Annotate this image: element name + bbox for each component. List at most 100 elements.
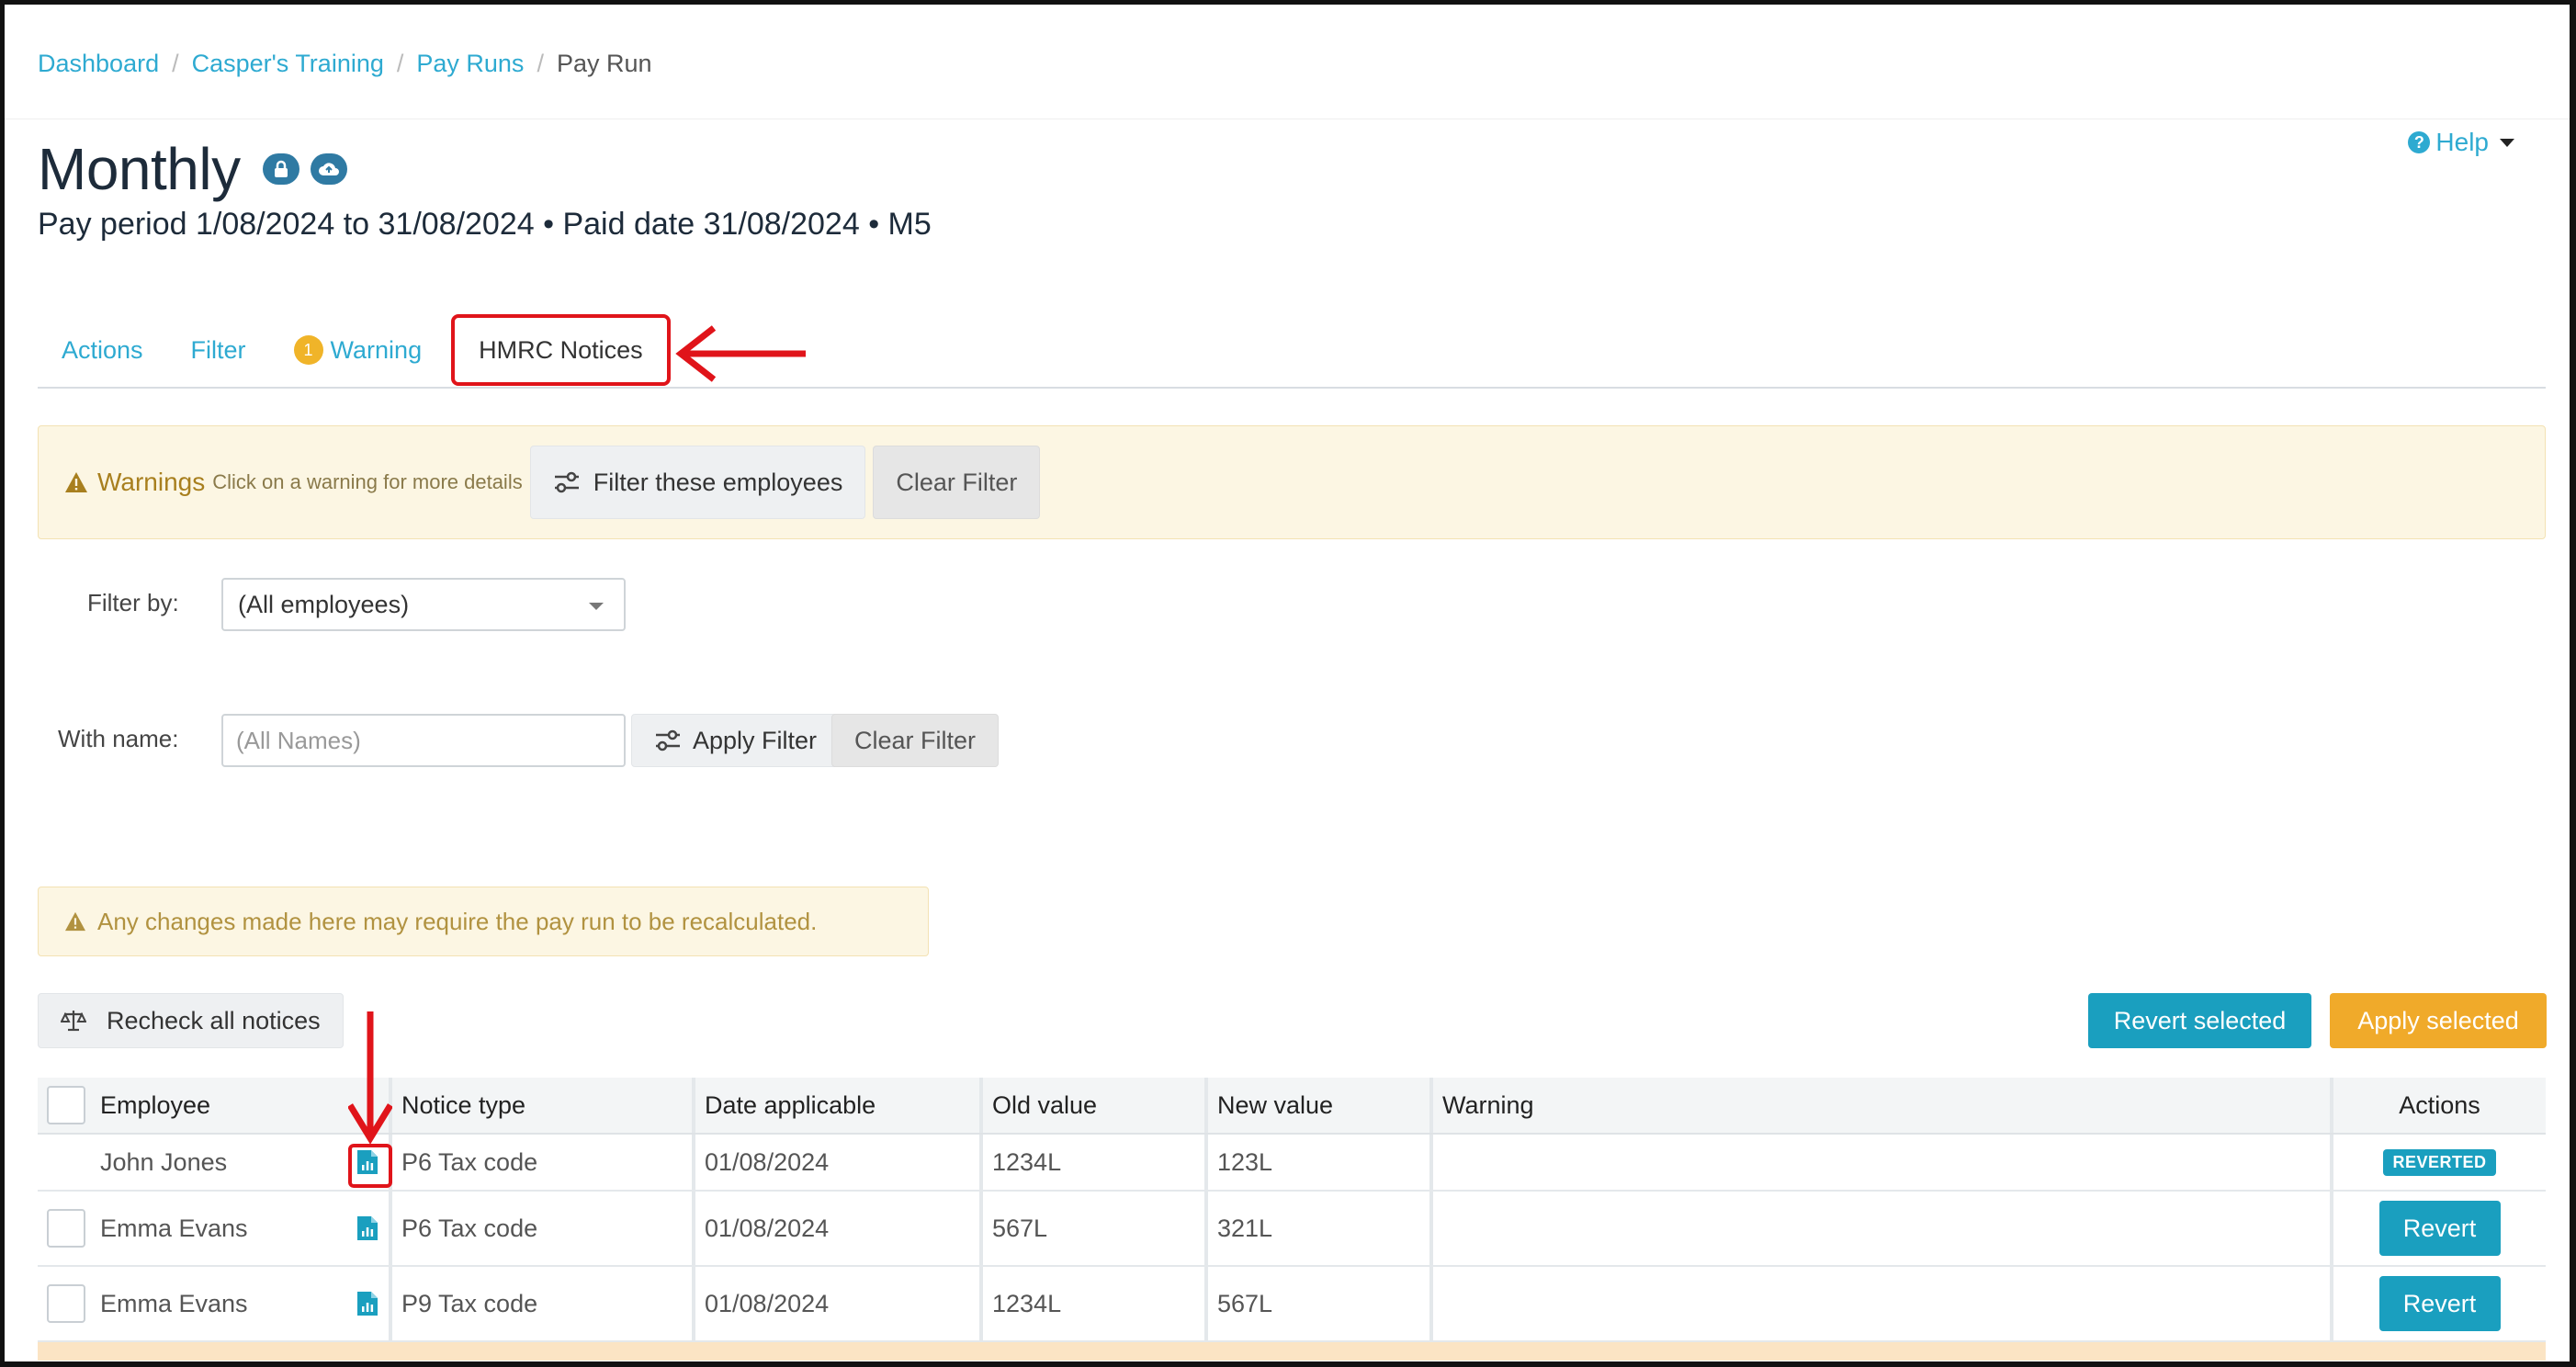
warnings-title-label: Warnings — [97, 468, 206, 496]
cell-employee: John Jones — [38, 1135, 392, 1190]
apply-filter-button[interactable]: Apply Filter — [631, 714, 841, 767]
reverted-status-badge: REVERTED — [2383, 1148, 2496, 1176]
table-row-partial — [38, 1342, 2546, 1361]
header-notice-type: Notice type — [392, 1078, 695, 1133]
help-icon: ? — [2408, 131, 2431, 153]
recheck-label: Recheck all notices — [107, 1006, 321, 1034]
warning-triangle-icon — [65, 911, 85, 932]
breadcrumb-caspers-training[interactable]: Casper's Training — [192, 50, 384, 78]
warnings-title[interactable]: Warnings — [64, 468, 205, 497]
notice-document-icon[interactable] — [356, 1290, 379, 1317]
cell-old-value: 1234L — [983, 1135, 1208, 1190]
table-row: Emma Evans P9 Tax code 01/08/2024 1234L … — [38, 1267, 2546, 1342]
cell-notice-type: P6 Tax code — [392, 1135, 695, 1190]
page-header: Monthly — [38, 135, 347, 203]
warnings-subtitle: Click on a warning for more details — [212, 470, 523, 493]
table-row: John Jones P6 Tax code 01/08/2024 1234L … — [38, 1135, 2546, 1192]
cell-new-value: 321L — [1208, 1192, 1433, 1265]
table-row: Emma Evans P6 Tax code 01/08/2024 567L 3… — [38, 1192, 2546, 1267]
header-date-applicable: Date applicable — [695, 1078, 983, 1133]
sliders-icon — [656, 729, 680, 751]
warnings-bar: Warnings Click on a warning for more det… — [38, 425, 2546, 539]
cell-old-value: 1234L — [983, 1267, 1208, 1340]
tab-bar: Actions Filter 1 Warning HMRC Notices — [38, 313, 2546, 389]
tab-actions[interactable]: Actions — [38, 315, 167, 385]
help-dropdown[interactable]: ? Help — [2408, 128, 2514, 157]
cell-new-value: 567L — [1208, 1267, 1433, 1340]
filter-by-select[interactable]: (All employees) — [221, 578, 626, 631]
cloud-sync-icon[interactable] — [310, 153, 347, 185]
cell-date-applicable: 01/08/2024 — [695, 1192, 983, 1265]
cell-warning — [1433, 1135, 2333, 1190]
cell-date-applicable: 01/08/2024 — [695, 1135, 983, 1190]
cell-actions: Revert — [2333, 1267, 2546, 1340]
breadcrumb-separator: / — [537, 49, 544, 77]
cell-actions: Revert — [2333, 1192, 2546, 1265]
employee-name: John Jones — [100, 1147, 228, 1176]
warning-triangle-icon — [65, 472, 87, 492]
chevron-down-icon — [2500, 138, 2514, 147]
cell-notice-type: P6 Tax code — [392, 1192, 695, 1265]
row-checkbox[interactable] — [47, 1209, 85, 1248]
select-all-checkbox[interactable] — [47, 1086, 85, 1124]
header-employee-label: Employee — [100, 1090, 211, 1119]
revert-button[interactable]: Revert — [2378, 1201, 2501, 1256]
cell-actions: REVERTED — [2333, 1135, 2546, 1190]
breadcrumb-separator: / — [172, 49, 179, 77]
clear-name-filter-button[interactable]: Clear Filter — [831, 714, 1000, 767]
cell-warning — [1433, 1267, 2333, 1340]
name-search-input[interactable] — [221, 714, 626, 767]
scales-icon — [61, 1011, 86, 1032]
cell-employee: Emma Evans — [38, 1267, 392, 1340]
notice-document-icon[interactable] — [356, 1214, 379, 1242]
page-title: Monthly — [38, 136, 241, 202]
header-actions: Actions — [2399, 1090, 2480, 1119]
lock-icon[interactable] — [262, 153, 299, 185]
employee-name: Emma Evans — [100, 1214, 248, 1242]
annotation-highlight-box — [348, 1144, 392, 1188]
breadcrumb-pay-runs[interactable]: Pay Runs — [416, 50, 524, 78]
tab-hmrc-notices[interactable]: HMRC Notices — [451, 314, 671, 386]
filter-these-employees-label: Filter these employees — [593, 468, 843, 496]
cell-employee: Emma Evans — [38, 1192, 392, 1265]
sliders-icon — [554, 471, 579, 493]
revert-button[interactable]: Revert — [2378, 1276, 2501, 1331]
help-label: Help — [2435, 128, 2489, 156]
tab-warning[interactable]: 1 Warning — [270, 315, 446, 385]
tab-warning-label: Warning — [330, 335, 423, 364]
cell-old-value: 567L — [983, 1192, 1208, 1265]
cell-new-value: 123L — [1208, 1135, 1433, 1190]
recalculate-notice-text: Any changes made here may require the pa… — [97, 907, 818, 935]
cell-notice-type: P9 Tax code — [392, 1267, 695, 1340]
table-header-row: Employee Notice type Date applicable Old… — [38, 1078, 2546, 1135]
recheck-all-notices-button[interactable]: Recheck all notices — [38, 993, 344, 1048]
tab-filter[interactable]: Filter — [167, 315, 270, 385]
apply-selected-button[interactable]: Apply selected — [2330, 993, 2547, 1048]
apply-filter-label: Apply Filter — [693, 726, 818, 754]
app-window: Dashboard / Casper's Training / Pay Runs… — [0, 0, 2576, 1367]
breadcrumb-dashboard[interactable]: Dashboard — [38, 50, 159, 78]
header-new-value: New value — [1208, 1078, 1433, 1133]
header-old-value: Old value — [983, 1078, 1208, 1133]
chevron-down-icon — [589, 603, 604, 610]
revert-selected-button[interactable]: Revert selected — [2088, 993, 2311, 1048]
warning-count-badge: 1 — [293, 335, 323, 365]
clear-filter-button[interactable]: Clear Filter — [873, 446, 1041, 519]
annotation-arrow — [348, 1011, 392, 1145]
cell-date-applicable: 01/08/2024 — [695, 1267, 983, 1340]
cell-warning — [1433, 1192, 2333, 1265]
employee-name: Emma Evans — [100, 1289, 248, 1317]
filter-by-value: (All employees) — [238, 590, 410, 618]
row-checkbox[interactable] — [47, 1284, 85, 1323]
annotation-arrow — [675, 325, 806, 382]
breadcrumb-separator: / — [396, 49, 404, 77]
breadcrumb: Dashboard / Casper's Training / Pay Runs… — [38, 45, 652, 82]
hmrc-notices-table: Employee Notice type Date applicable Old… — [38, 1078, 2546, 1361]
with-name-label: With name: — [58, 725, 179, 752]
header-employee: Employee — [38, 1078, 392, 1133]
recalculate-notice: Any changes made here may require the pa… — [38, 887, 929, 956]
filter-by-label: Filter by: — [87, 589, 179, 616]
filter-these-employees-button[interactable]: Filter these employees — [529, 446, 866, 519]
pay-period-subtitle: Pay period 1/08/2024 to 31/08/2024 • Pai… — [38, 207, 932, 242]
breadcrumb-current: Pay Run — [556, 49, 652, 77]
